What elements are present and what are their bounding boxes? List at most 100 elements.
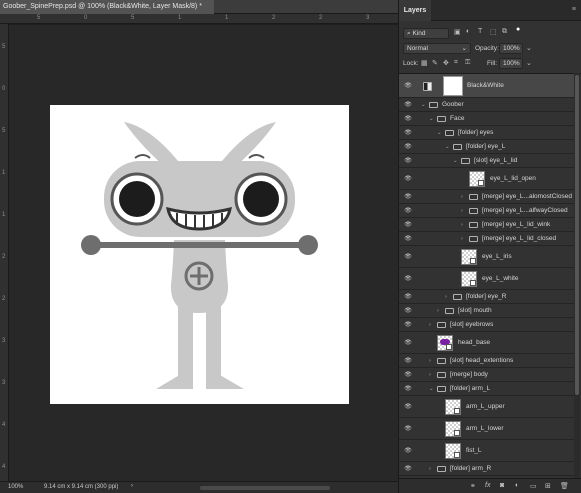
layer-row[interactable]: 👁︎ arm_L_lower (399, 418, 574, 440)
chevron-right-icon[interactable]: › (429, 358, 431, 364)
visibility-eye-icon[interactable]: 👁︎ (403, 235, 413, 243)
layer-row[interactable]: 👁︎ Black&White (399, 74, 574, 98)
chevron-right-icon[interactable]: › (437, 308, 439, 314)
chevron-right-icon[interactable]: › (429, 372, 431, 378)
chevron-down-icon[interactable]: ⌄ (453, 158, 458, 164)
fill-input[interactable]: 100% (499, 58, 523, 69)
visibility-eye-icon[interactable]: 👁︎ (403, 175, 413, 183)
chevron-down-icon[interactable]: ⌄ (429, 386, 434, 392)
filter-smart-object-icon[interactable]: ⧉ (502, 28, 507, 36)
tab-layers[interactable]: Layers (399, 0, 431, 21)
chevron-right-icon[interactable]: › (461, 222, 463, 228)
lock-transparent-icon[interactable]: ▦ (421, 59, 428, 67)
visibility-eye-icon[interactable]: 👁︎ (403, 207, 413, 215)
layer-row[interactable]: 👁︎ ⌄ [folder] arm_L (399, 382, 574, 396)
layer-row[interactable]: 👁︎ ⌄ Goober (399, 98, 574, 112)
visibility-eye-icon[interactable]: 👁︎ (403, 447, 413, 455)
zoom-level[interactable]: 100% (8, 484, 23, 490)
layer-row[interactable]: 👁︎ › [slot] eyebrows (399, 318, 574, 332)
layer-row[interactable]: 👁︎ › [slot] mouth (399, 304, 574, 318)
visibility-eye-icon[interactable]: 👁︎ (403, 101, 413, 109)
layer-row[interactable]: 👁︎ ⌄ Face (399, 112, 574, 126)
layer-row[interactable]: 👁︎ › [folder] eye_R (399, 290, 574, 304)
visibility-eye-icon[interactable]: 👁︎ (403, 115, 413, 123)
chevron-down-icon[interactable]: ⌄ (526, 44, 532, 52)
new-layer-icon[interactable]: ⊞ (545, 482, 551, 490)
layer-row[interactable]: 👁︎ › [merge] eye_L...alfwayClosed (399, 204, 574, 218)
layer-thumbnail (445, 399, 461, 415)
lock-all-icon[interactable]: ⚿ (465, 59, 470, 67)
lock-position-icon[interactable]: ✥ (443, 59, 449, 67)
visibility-eye-icon[interactable]: 👁︎ (403, 143, 413, 151)
chevron-down-icon[interactable]: ⌄ (437, 130, 442, 136)
visibility-eye-icon[interactable]: 👁︎ (403, 321, 413, 329)
visibility-eye-icon[interactable]: 👁︎ (403, 82, 413, 90)
chevron-down-icon[interactable]: ⌄ (421, 102, 426, 108)
visibility-eye-icon[interactable]: 👁︎ (403, 275, 413, 283)
adjustment-icon[interactable]: ◐ (515, 482, 519, 489)
document-tab[interactable]: Goober_SpinePrep.psd @ 100% (Black&White… (0, 0, 214, 14)
layer-row[interactable]: 👁︎ arm_L_upper (399, 396, 574, 418)
layer-row[interactable]: 👁︎ › [merge] eye_L_lid_closed (399, 232, 574, 246)
visibility-eye-icon[interactable]: 👁︎ (403, 465, 413, 473)
chevron-right-icon[interactable]: › (445, 294, 447, 300)
layer-row[interactable]: 👁︎ › [slot] head_extentions (399, 354, 574, 368)
layer-row[interactable]: 👁︎ › [merge] eye_L...alomostClosed (399, 190, 574, 204)
layer-row[interactable]: 👁︎ eye_L_iris (399, 246, 574, 268)
filter-toggle-icon[interactable]: ● (516, 26, 520, 33)
panel-menu-icon[interactable]: ≡ (572, 6, 576, 13)
link-icon[interactable]: ⚭ (470, 482, 476, 490)
visibility-eye-icon[interactable]: 👁︎ (403, 129, 413, 137)
visibility-eye-icon[interactable]: 👁︎ (403, 385, 413, 393)
visibility-eye-icon[interactable]: 👁︎ (403, 357, 413, 365)
visibility-eye-icon[interactable]: 👁︎ (403, 339, 413, 347)
status-menu-arrow[interactable]: › (131, 483, 133, 489)
chevron-down-icon[interactable]: ⌄ (445, 144, 450, 150)
chevron-right-icon[interactable]: › (461, 208, 463, 214)
layer-row[interactable]: 👁︎ eye_L_white (399, 268, 574, 290)
visibility-eye-icon[interactable]: 👁︎ (403, 253, 413, 261)
layer-mask-thumbnail[interactable] (443, 76, 463, 96)
layer-row[interactable]: 👁︎ fist_L (399, 440, 574, 462)
chevron-right-icon[interactable]: › (461, 194, 463, 200)
mask-icon[interactable]: ◙ (500, 482, 504, 489)
blend-mode-select[interactable]: Normal ⌄ (403, 43, 471, 54)
folder-icon[interactable]: ▭ (530, 482, 537, 490)
filter-kind-select[interactable]: ⌕ Kind (403, 28, 449, 39)
chevron-down-icon[interactable]: ⌄ (526, 59, 532, 67)
lock-artboard-icon[interactable]: ⌗ (454, 59, 458, 67)
trash-icon[interactable]: 🗑 (560, 482, 569, 490)
layer-row[interactable]: 👁︎ › [merge] eye_L_lid_wink (399, 218, 574, 232)
filter-adjustment-icon[interactable]: ◐ (466, 28, 470, 35)
layer-row[interactable]: 👁︎ › [merge] body (399, 368, 574, 382)
folder-icon (437, 385, 446, 392)
visibility-eye-icon[interactable]: 👁︎ (403, 157, 413, 165)
document-canvas[interactable] (50, 105, 349, 404)
layer-row[interactable]: 👁︎ ⌄ [slot] eye_L_lid (399, 154, 574, 168)
layers-scrollbar[interactable] (574, 73, 580, 478)
fx-icon[interactable]: fx (485, 482, 490, 489)
chevron-right-icon[interactable]: › (429, 466, 431, 472)
chevron-down-icon[interactable]: ⌄ (429, 116, 434, 122)
visibility-eye-icon[interactable]: 👁︎ (403, 193, 413, 201)
visibility-eye-icon[interactable]: 👁︎ (403, 221, 413, 229)
layer-row[interactable]: 👁︎ ⌄ [folder] eye_L (399, 140, 574, 154)
layer-row[interactable]: 👁︎ eye_L_lid_open (399, 168, 574, 190)
scrollbar-thumb[interactable] (575, 75, 579, 395)
chevron-right-icon[interactable]: › (429, 322, 431, 328)
visibility-eye-icon[interactable]: 👁︎ (403, 403, 413, 411)
layer-row[interactable]: 👁︎ head_base (399, 332, 574, 354)
filter-pixel-icon[interactable]: ▣ (454, 28, 461, 36)
chevron-right-icon[interactable]: › (461, 236, 463, 242)
opacity-input[interactable]: 100% (499, 43, 523, 54)
filter-type-icon[interactable]: T (478, 28, 482, 35)
visibility-eye-icon[interactable]: 👁︎ (403, 293, 413, 301)
visibility-eye-icon[interactable]: 👁︎ (403, 307, 413, 315)
filter-shape-icon[interactable]: ⬚ (490, 28, 497, 36)
layer-row[interactable]: 👁︎ ⌄ [folder] eyes (399, 126, 574, 140)
horizontal-scrollbar[interactable] (200, 486, 330, 490)
layer-row[interactable]: 👁︎ › [folder] arm_R (399, 462, 574, 476)
visibility-eye-icon[interactable]: 👁︎ (403, 371, 413, 379)
lock-pixels-icon[interactable]: ✎ (432, 59, 438, 67)
visibility-eye-icon[interactable]: 👁︎ (403, 425, 413, 433)
